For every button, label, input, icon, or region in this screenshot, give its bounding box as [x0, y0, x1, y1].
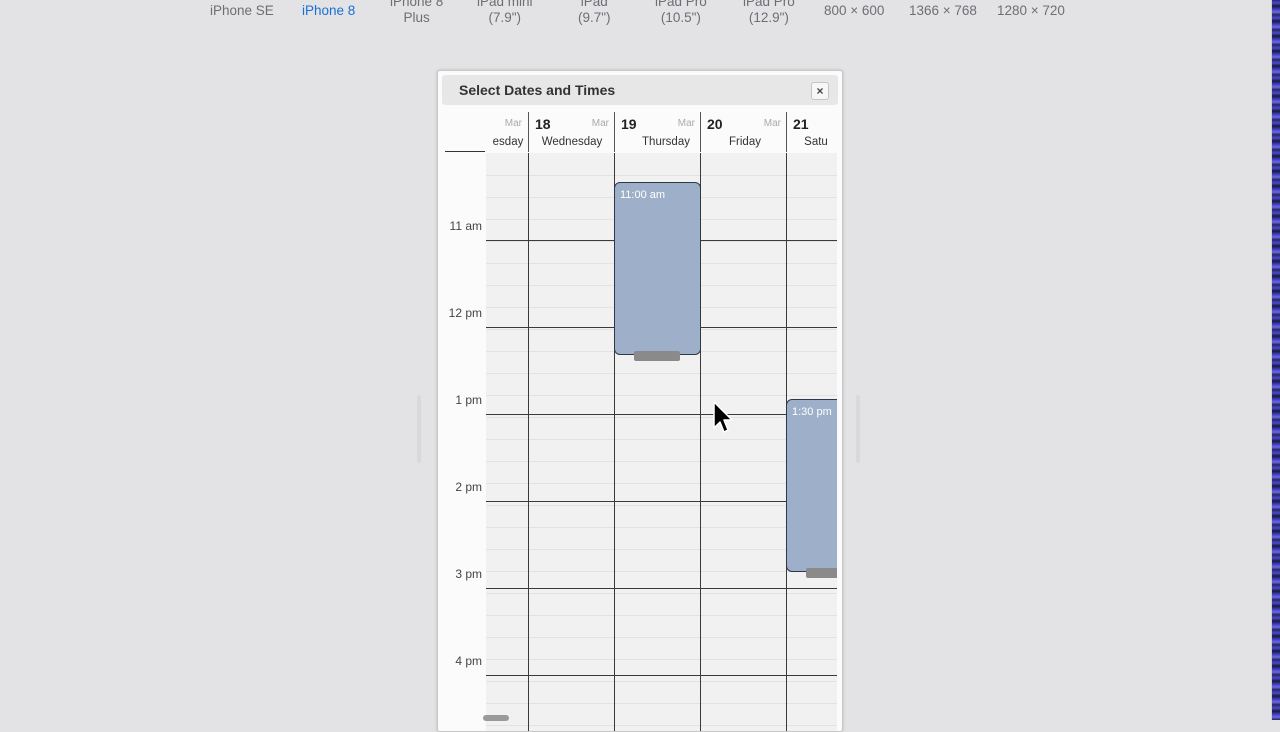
device-ipad-mini[interactable]: iPad mini (7.9") [477, 0, 533, 26]
device-1280x720[interactable]: 1280 × 720 [997, 3, 1065, 19]
device-label: iPhone SE [210, 3, 274, 18]
close-icon[interactable]: × [811, 82, 829, 100]
device-ipad-pro-12-9[interactable]: iPad Pro (12.9") [743, 0, 795, 26]
day-number: 18 [535, 116, 551, 132]
viewport-resize-handle-left[interactable] [417, 395, 421, 463]
column-divider [528, 153, 529, 731]
day-month: Mar [677, 118, 695, 129]
event-block[interactable]: 11:00 am [614, 182, 701, 361]
day-header-wednesday[interactable]: Mar 18 Wednesday [528, 112, 614, 152]
event-time: 11:00 am [620, 189, 666, 201]
time-label: 4 pm [455, 654, 482, 668]
device-label: iPhone 8 [390, 0, 444, 9]
event-block[interactable]: 1:30 pm [786, 399, 837, 578]
dialog-titlebar[interactable]: Select Dates and Times × [442, 75, 838, 105]
horizontal-scrollbar-thumb[interactable] [483, 715, 509, 721]
device-label: 1366 × 768 [909, 3, 977, 18]
time-label: 3 pm [455, 567, 482, 581]
device-label: iPad mini [477, 0, 533, 9]
day-month: Mar [591, 118, 609, 129]
dialog-title: Select Dates and Times [459, 82, 616, 98]
time-grid[interactable]: 11:00 am 1:30 pm [486, 153, 837, 731]
device-ipad-pro-10-5[interactable]: iPad Pro (10.5") [655, 0, 707, 26]
day-number: 19 [621, 116, 637, 132]
device-label: iPad Pro [743, 0, 795, 9]
device-label-line2: (9.7") [578, 10, 611, 25]
screen-edge-strip [1272, 0, 1280, 720]
select-dates-dialog: Select Dates and Times × Mar esday Mar 1… [437, 70, 843, 732]
day-weekday: Wednesday [541, 136, 603, 148]
day-header-tuesday[interactable]: Mar esday [486, 112, 527, 152]
device-1366x768[interactable]: 1366 × 768 [909, 3, 977, 19]
day-weekday: Satu [804, 136, 828, 148]
day-month: Mar [504, 118, 522, 129]
day-weekday: Thursday [642, 136, 690, 148]
day-header-thursday[interactable]: Mar 19 Thursday [614, 112, 700, 152]
device-iphone-8[interactable]: iPhone 8 [302, 3, 355, 19]
time-label: 11 am [449, 219, 482, 233]
day-header-row: Mar esday Mar 18 Wednesday Mar 19 Thursd… [486, 112, 837, 152]
device-label: 800 × 600 [824, 3, 885, 18]
event-resize-handle[interactable] [634, 351, 680, 361]
device-label-line2: Plus [403, 10, 430, 25]
day-number: 20 [707, 116, 723, 132]
day-month: Mar [763, 118, 781, 129]
day-header-saturday[interactable]: 21 Satu [786, 112, 837, 152]
device-iphone-8-plus[interactable]: iPhone 8 Plus [390, 0, 443, 26]
device-size-bar: iPhone SE iPhone 8 iPhone 8 Plus iPad min… [0, 0, 1280, 40]
week-calendar: Mar esday Mar 18 Wednesday Mar 19 Thursd… [445, 112, 837, 731]
device-label: 1280 × 720 [997, 3, 1065, 18]
time-gutter: 11 am 12 pm 1 pm 2 pm 3 pm 4 pm [445, 153, 486, 731]
event-time: 1:30 pm [792, 406, 832, 418]
device-label: iPad Pro [655, 0, 707, 9]
day-number: 21 [793, 116, 809, 132]
event-resize-handle[interactable] [806, 568, 837, 578]
device-iphone-se[interactable]: iPhone SE [210, 3, 274, 19]
time-label: 12 pm [448, 306, 482, 320]
device-label: iPhone 8 [302, 3, 356, 18]
calendar-corner [445, 112, 485, 152]
device-800x600[interactable]: 800 × 600 [824, 3, 884, 19]
device-label: iPad [580, 0, 608, 9]
device-label-line2: (7.9") [488, 10, 522, 25]
time-label: 2 pm [455, 480, 482, 494]
time-label: 1 pm [455, 393, 482, 407]
device-label-line2: (10.5") [660, 10, 701, 25]
device-ipad[interactable]: iPad (9.7") [578, 0, 611, 26]
viewport-resize-handle-right[interactable] [856, 395, 860, 463]
mouse-pointer-icon [713, 401, 733, 433]
device-label-line2: (12.9") [748, 10, 789, 25]
